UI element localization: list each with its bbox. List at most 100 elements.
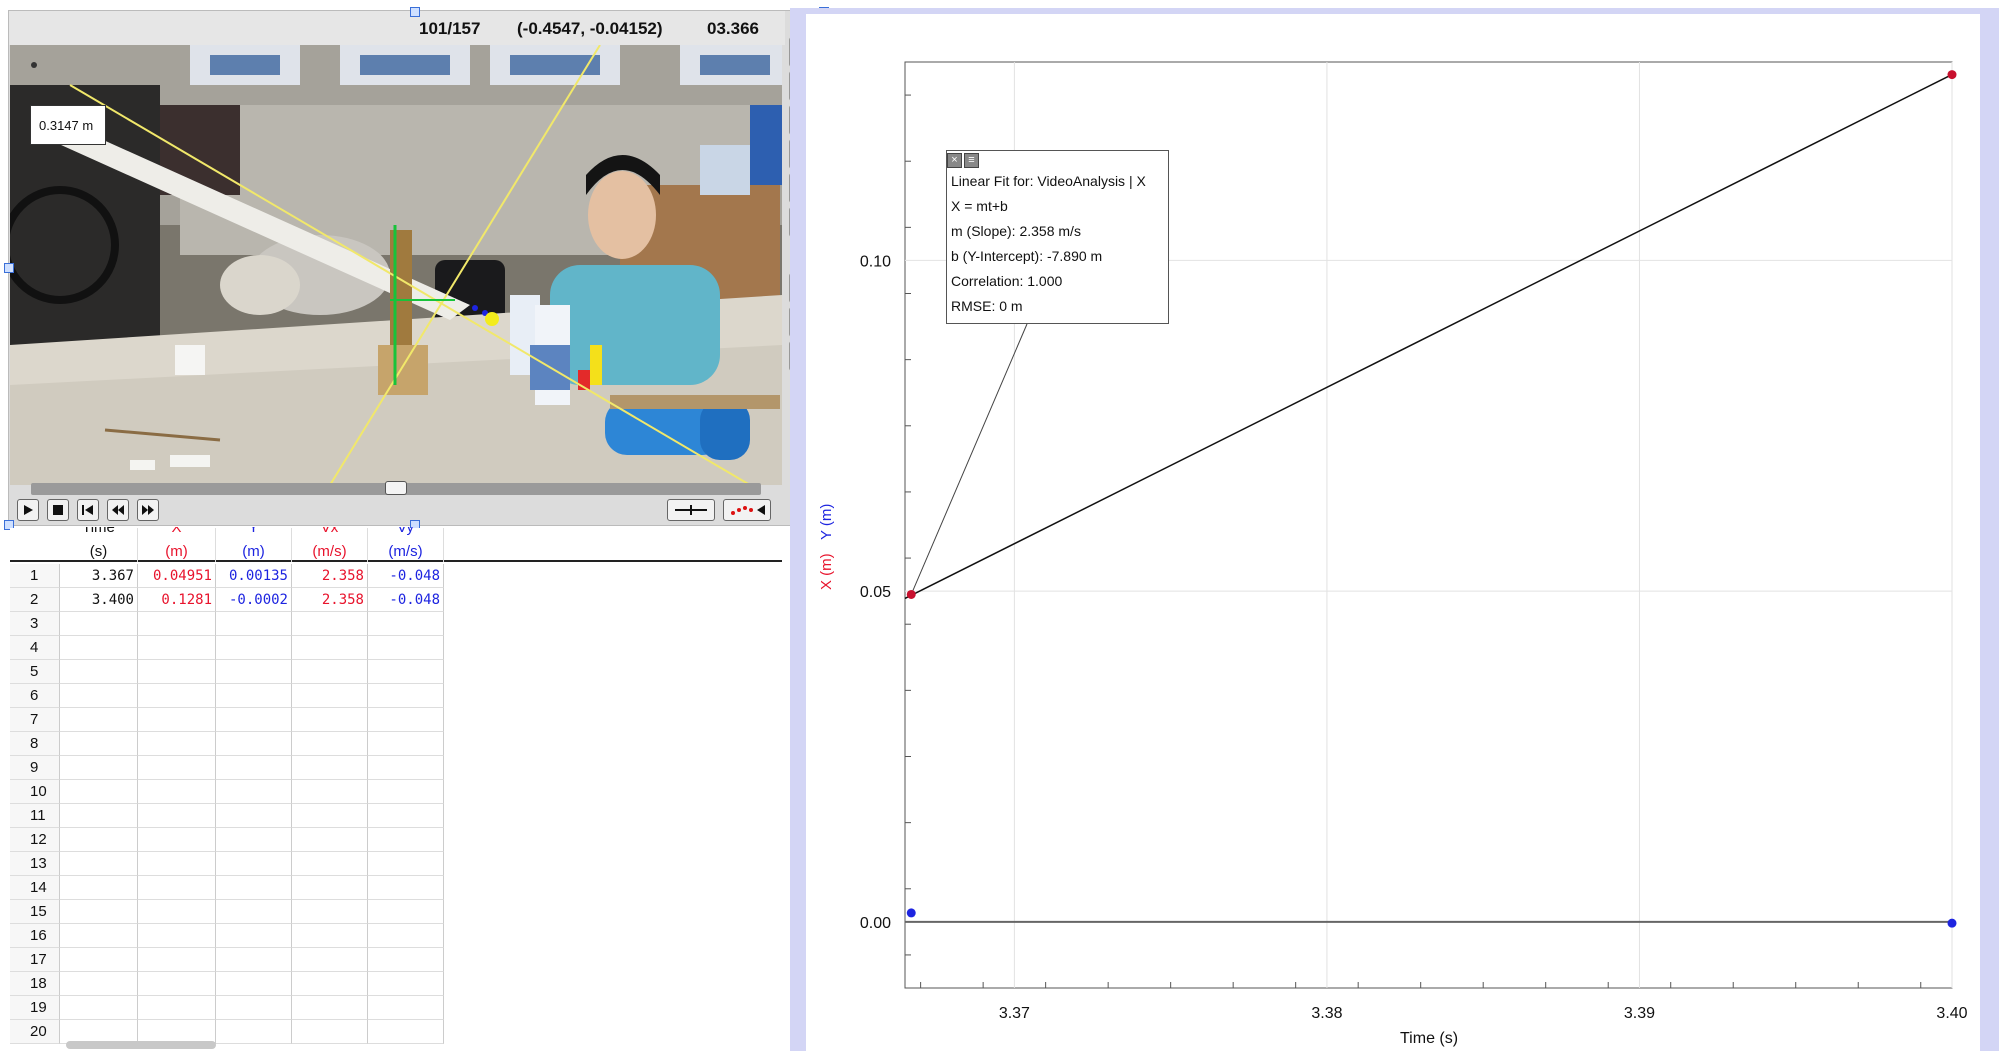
resize-handle[interactable] bbox=[410, 7, 420, 17]
table-row[interactable]: 7 bbox=[10, 708, 782, 732]
table-cell[interactable] bbox=[216, 708, 292, 732]
table-cell[interactable] bbox=[138, 756, 216, 780]
table-row[interactable]: 3 bbox=[10, 612, 782, 636]
table-row[interactable]: 1 3.367 0.04951 0.00135 2.358 -0.048 bbox=[10, 564, 782, 588]
table-cell[interactable] bbox=[292, 852, 368, 876]
table-cell[interactable] bbox=[60, 612, 138, 636]
table-cell[interactable] bbox=[368, 612, 444, 636]
play-button[interactable] bbox=[17, 499, 39, 521]
table-row[interactable]: 17 bbox=[10, 948, 782, 972]
table-row[interactable]: 9 bbox=[10, 756, 782, 780]
table-cell[interactable] bbox=[368, 1020, 444, 1044]
table-cell[interactable] bbox=[216, 684, 292, 708]
step-forward-button[interactable] bbox=[137, 499, 159, 521]
table-row[interactable]: 14 bbox=[10, 876, 782, 900]
table-row[interactable]: 13 bbox=[10, 852, 782, 876]
table-cell[interactable] bbox=[368, 708, 444, 732]
video-scrubber[interactable] bbox=[31, 481, 761, 495]
table-cell[interactable] bbox=[368, 996, 444, 1020]
resize-handle[interactable] bbox=[4, 263, 14, 273]
table-cell[interactable] bbox=[138, 612, 216, 636]
table-cell[interactable] bbox=[368, 684, 444, 708]
table-cell[interactable] bbox=[368, 756, 444, 780]
table-cell[interactable]: 3.400 bbox=[60, 588, 138, 612]
table-cell[interactable] bbox=[292, 660, 368, 684]
table-cell[interactable] bbox=[138, 732, 216, 756]
table-cell[interactable] bbox=[368, 780, 444, 804]
video-analysis-window[interactable]: 101/157 (-0.4547, -0.04152) 03.366 0.314… bbox=[8, 10, 824, 526]
table-cell[interactable] bbox=[138, 876, 216, 900]
table-cell[interactable]: -0.0002 bbox=[216, 588, 292, 612]
table-row[interactable]: 6 bbox=[10, 684, 782, 708]
table-cell[interactable] bbox=[292, 636, 368, 660]
table-row[interactable]: 18 bbox=[10, 972, 782, 996]
table-cell[interactable]: 0.04951 bbox=[138, 564, 216, 588]
table-cell[interactable] bbox=[216, 876, 292, 900]
table-cell[interactable] bbox=[60, 876, 138, 900]
table-cell[interactable] bbox=[292, 804, 368, 828]
table-cell[interactable] bbox=[216, 804, 292, 828]
table-cell[interactable] bbox=[60, 852, 138, 876]
options-icon[interactable]: ≡ bbox=[964, 153, 979, 168]
table-cell[interactable] bbox=[216, 900, 292, 924]
table-cell[interactable] bbox=[292, 780, 368, 804]
table-cell[interactable]: 2.358 bbox=[292, 588, 368, 612]
step-back-button[interactable] bbox=[107, 499, 129, 521]
linear-fit-box[interactable]: × ≡ Linear Fit for: VideoAnalysis | X X … bbox=[946, 150, 1169, 324]
table-cell[interactable] bbox=[216, 780, 292, 804]
table-cell[interactable] bbox=[368, 900, 444, 924]
table-row[interactable]: 19 bbox=[10, 996, 782, 1020]
table-cell[interactable] bbox=[368, 972, 444, 996]
table-cell[interactable] bbox=[60, 780, 138, 804]
table-row[interactable]: 11 bbox=[10, 804, 782, 828]
close-icon[interactable]: × bbox=[947, 153, 962, 168]
table-cell[interactable] bbox=[60, 972, 138, 996]
table-cell[interactable] bbox=[292, 684, 368, 708]
table-cell[interactable] bbox=[292, 612, 368, 636]
table-row[interactable]: 2 3.400 0.1281 -0.0002 2.358 -0.048 bbox=[10, 588, 782, 612]
table-cell[interactable] bbox=[292, 708, 368, 732]
table-cell[interactable] bbox=[368, 924, 444, 948]
table-cell[interactable] bbox=[138, 708, 216, 732]
table-cell[interactable] bbox=[216, 972, 292, 996]
table-cell[interactable] bbox=[216, 612, 292, 636]
table-cell[interactable] bbox=[138, 636, 216, 660]
table-cell[interactable]: 0.00135 bbox=[216, 564, 292, 588]
table-cell[interactable] bbox=[60, 996, 138, 1020]
table-cell[interactable] bbox=[368, 852, 444, 876]
table-cell[interactable] bbox=[138, 828, 216, 852]
table-cell[interactable] bbox=[292, 828, 368, 852]
data-table[interactable]: Time (s) X (m) Y (m) Vx (m/s) Vy (m/s) 1 3.367 0.04… bbox=[10, 527, 790, 1051]
table-cell[interactable]: 0.1281 bbox=[138, 588, 216, 612]
table-cell[interactable] bbox=[216, 1020, 292, 1044]
table-cell[interactable] bbox=[138, 852, 216, 876]
table-cell[interactable]: -0.048 bbox=[368, 564, 444, 588]
column-header[interactable]: Vx (m/s) bbox=[292, 527, 368, 562]
table-cell[interactable] bbox=[138, 972, 216, 996]
table-cell[interactable] bbox=[368, 732, 444, 756]
table-cell[interactable] bbox=[60, 684, 138, 708]
table-cell[interactable] bbox=[60, 660, 138, 684]
table-cell[interactable] bbox=[138, 684, 216, 708]
column-header[interactable]: Y (m) bbox=[216, 527, 292, 562]
column-header[interactable]: Vy (m/s) bbox=[368, 527, 444, 562]
table-cell[interactable] bbox=[138, 804, 216, 828]
table-cell[interactable] bbox=[292, 972, 368, 996]
scrubber-thumb[interactable] bbox=[385, 481, 407, 495]
table-cell[interactable] bbox=[368, 876, 444, 900]
table-cell[interactable] bbox=[368, 948, 444, 972]
column-header[interactable]: Time (s) bbox=[60, 527, 138, 562]
table-cell[interactable] bbox=[368, 828, 444, 852]
show-trail-button[interactable] bbox=[723, 499, 771, 521]
table-row[interactable]: 5 bbox=[10, 660, 782, 684]
table-row[interactable]: 12 bbox=[10, 828, 782, 852]
table-row[interactable]: 16 bbox=[10, 924, 782, 948]
table-cell[interactable] bbox=[60, 828, 138, 852]
table-row[interactable]: 4 bbox=[10, 636, 782, 660]
table-cell[interactable] bbox=[216, 948, 292, 972]
table-cell[interactable] bbox=[368, 636, 444, 660]
table-cell[interactable] bbox=[60, 732, 138, 756]
table-cell[interactable] bbox=[292, 876, 368, 900]
table-cell[interactable] bbox=[60, 900, 138, 924]
table-cell[interactable] bbox=[292, 732, 368, 756]
